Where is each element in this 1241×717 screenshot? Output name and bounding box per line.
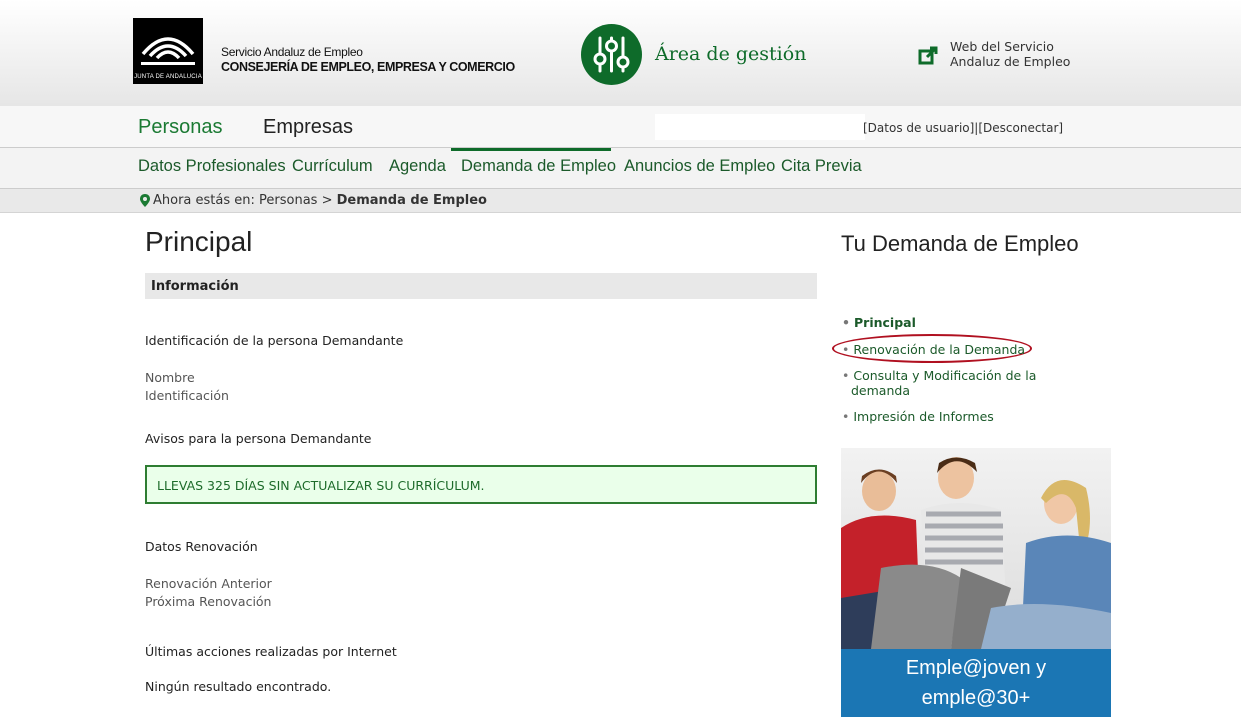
identificacion-heading: Identificación de la persona Demandante xyxy=(145,333,404,348)
proxima-renovacion-label: Próxima Renovación xyxy=(145,594,272,609)
sidebar-link-impresion[interactable]: • Impresión de Informes xyxy=(842,409,1042,424)
logo-text: JUNTA DE ANDALUCIA xyxy=(134,74,202,80)
location-pin-icon xyxy=(140,194,150,207)
sidebar-link-label: Renovación de la Demanda xyxy=(853,342,1026,357)
main-nav: Datos Profesionales Currículum Agenda De… xyxy=(0,148,1241,189)
external-web-link[interactable]: Web del Servicio Andaluz de Empleo xyxy=(950,39,1070,69)
bullet-icon: • xyxy=(842,315,850,330)
section-bar-informacion: Información xyxy=(145,273,817,299)
page-title: Principal xyxy=(145,226,253,257)
bullet-icon: • xyxy=(842,409,850,424)
nav-anuncios-empleo[interactable]: Anuncios de Empleo xyxy=(624,157,775,176)
junta-logo[interactable]: JUNTA DE ANDALUCIA xyxy=(133,18,203,84)
sidebar-link-label: Principal xyxy=(854,315,916,330)
identificacion-label: Identificación xyxy=(145,388,229,403)
breadcrumb-text: Ahora estás en: Personas > Demanda de Em… xyxy=(153,193,487,208)
bullet-icon: • xyxy=(842,368,850,383)
sidebar-link-consulta[interactable]: • Consulta y Modificación de la demanda xyxy=(842,368,1041,398)
renovacion-heading: Datos Renovación xyxy=(145,539,258,554)
breadcrumb-current: Demanda de Empleo xyxy=(336,193,487,208)
top-nav: Personas Empresas [Datos de usuario]|[De… xyxy=(0,106,1241,148)
nav-cita-previa[interactable]: Cita Previa xyxy=(781,157,862,176)
promo-banner[interactable]: Emple@joven y emple@30+ xyxy=(841,649,1111,717)
area-title: Área de gestión xyxy=(655,43,807,65)
tab-empresas[interactable]: Empresas xyxy=(263,116,353,139)
renovacion-anterior-label: Renovación Anterior xyxy=(145,576,272,591)
external-link-line1: Web del Servicio xyxy=(950,39,1054,54)
user-links[interactable]: [Datos de usuario]|[Desconectar] xyxy=(863,121,1063,135)
tab-personas[interactable]: Personas xyxy=(138,116,223,139)
site-header: JUNTA DE ANDALUCIA Servicio Andaluz de E… xyxy=(0,0,1241,106)
promo-line1: Emple@joven y xyxy=(905,657,1047,679)
nav-demanda-empleo[interactable]: Demanda de Empleo xyxy=(461,157,616,176)
junta-emblem-icon xyxy=(141,37,195,65)
section-bar-label: Información xyxy=(151,279,239,294)
sidebar-link-principal[interactable]: • Principal xyxy=(842,315,1042,330)
ultimas-acciones-heading: Últimas acciones realizadas por Internet xyxy=(145,644,397,659)
sidebar-link-renovacion[interactable]: • Renovación de la Demanda xyxy=(842,342,1042,357)
avisos-heading: Avisos para la persona Demandante xyxy=(145,431,372,446)
promo-line2: emple@30+ xyxy=(921,687,1031,709)
nav-agenda[interactable]: Agenda xyxy=(389,157,446,176)
sidebar-title: Tu Demanda de Empleo xyxy=(841,231,1079,256)
bullet-icon: • xyxy=(842,342,850,357)
alert-text: LLEVAS 325 DÍAS SIN ACTUALIZAR SU CURRÍC… xyxy=(157,478,485,493)
sidebar-link-label: Impresión de Informes xyxy=(853,409,994,424)
nav-datos-profesionales[interactable]: Datos Profesionales xyxy=(138,157,286,176)
breadcrumb: Ahora estás en: Personas > Demanda de Em… xyxy=(0,189,1241,213)
no-results-text: Ningún resultado encontrado. xyxy=(145,679,332,694)
nombre-label: Nombre xyxy=(145,370,195,385)
nav-curriculum[interactable]: Currículum xyxy=(292,157,373,176)
user-name-box xyxy=(655,114,865,140)
promo-people-photo xyxy=(841,457,1111,649)
external-link-icon[interactable] xyxy=(918,46,938,66)
breadcrumb-prefix: Ahora estás en: Personas > xyxy=(153,193,337,208)
external-link-line2: Andaluz de Empleo xyxy=(950,54,1071,69)
org-name-line2: CONSEJERÍA DE EMPLEO, EMPRESA Y COMERCIO xyxy=(221,60,515,74)
sidebar-link-label: Consulta y Modificación de la demanda xyxy=(851,368,1037,398)
area-gestion-icon xyxy=(581,24,642,85)
active-tab-indicator xyxy=(451,148,611,151)
org-name-line1: Servicio Andaluz de Empleo xyxy=(221,45,363,59)
promo-image[interactable] xyxy=(841,448,1111,649)
alert-box: LLEVAS 325 DÍAS SIN ACTUALIZAR SU CURRÍC… xyxy=(145,465,817,504)
